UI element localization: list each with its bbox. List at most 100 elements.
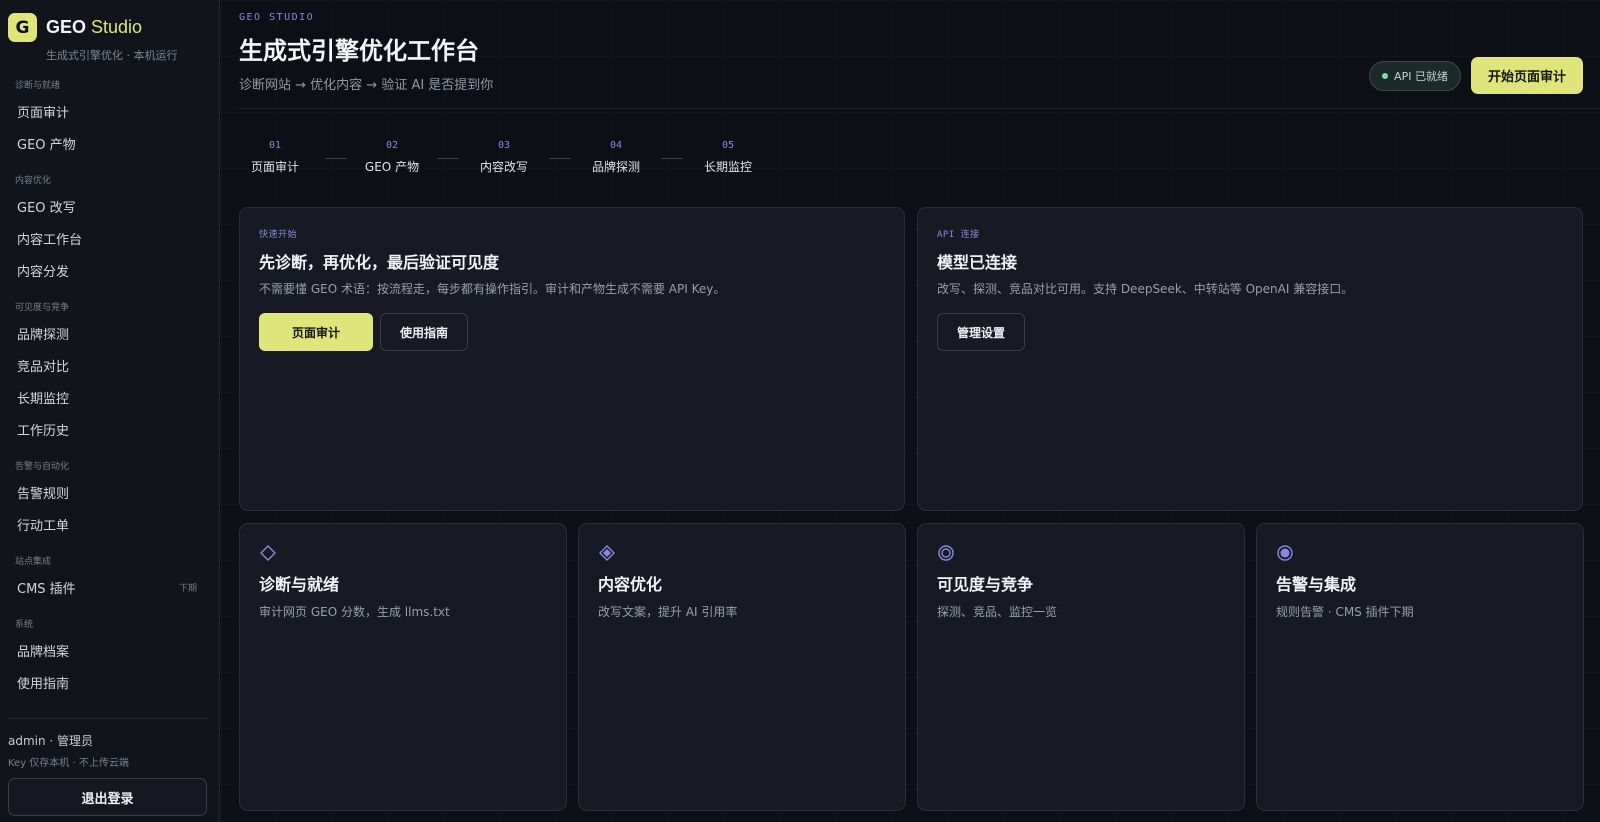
- nav-group-diagnose: 诊断与就绪 页面审计 GEO 产物: [0, 80, 219, 159]
- card-title: 可见度与竞争: [937, 575, 1034, 594]
- nav-group-content: 内容优化 GEO 改写 内容工作台 内容分发: [0, 175, 219, 286]
- api-status-text: API 已就绪: [1394, 70, 1448, 83]
- card-kicker: 快速开始: [259, 230, 298, 240]
- sidebar-item-content-workbench[interactable]: 内容工作台: [0, 222, 219, 254]
- page-subtitle: 诊断网站 → 优化内容 → 验证 AI 是否提到你: [239, 78, 494, 93]
- card-description: 改写、探测、竞品对比可用。支持 DeepSeek、中转站等 OpenAI 兼容接…: [937, 282, 1354, 296]
- card-title: 模型已连接: [937, 253, 1018, 272]
- step-number: 04: [609, 140, 623, 151]
- step-connector: [437, 158, 459, 159]
- radio-dot-icon: [1277, 545, 1293, 561]
- main-content: GEO STUDIO 生成式引擎优化工作台 诊断网站 → 优化内容 → 验证 A…: [221, 0, 1600, 822]
- sidebar-item-long-term-monitor[interactable]: 长期监控: [0, 381, 219, 413]
- sidebar-item-brand-profile[interactable]: 品牌档案: [0, 634, 219, 666]
- nav-group-visibility: 可见度与竞争 品牌探测 竞品对比 长期监控 工作历史: [0, 302, 219, 445]
- nav-group-label: 可见度与竞争: [15, 303, 70, 313]
- card-kicker: API 连接: [937, 230, 980, 240]
- module-card-visibility[interactable]: 可见度与竞争 探测、竞品、监控一览: [917, 523, 1245, 811]
- card-description: 审计网页 GEO 分数，生成 llms.txt: [259, 605, 450, 619]
- step-geo-artifacts[interactable]: 02 GEO 产物: [361, 140, 423, 175]
- key-storage-note: Key 仅存本机 · 不上传云端: [8, 758, 129, 769]
- logout-button[interactable]: 退出登录: [8, 778, 207, 816]
- nav-group-label: 内容优化: [15, 176, 52, 186]
- logo-icon: G: [8, 13, 37, 42]
- status-dot-icon: [1382, 73, 1389, 79]
- brand-name: GEO Studio: [46, 17, 142, 38]
- card-title: 内容优化: [598, 575, 663, 594]
- step-brand-probe[interactable]: 04 品牌探测: [585, 140, 647, 175]
- user-guide-button[interactable]: 使用指南: [380, 313, 468, 351]
- sidebar-nav: 诊断与就绪 页面审计 GEO 产物 内容优化 GEO 改写 内容工作台 内容分发…: [0, 80, 219, 712]
- brand[interactable]: G GEO Studio: [8, 13, 142, 42]
- target-ring-icon: [938, 545, 954, 561]
- step-label: 品牌探测: [591, 160, 640, 174]
- card-description: 规则告警 · CMS 插件下期: [1276, 605, 1414, 619]
- step-content-rewrite[interactable]: 03 内容改写: [473, 140, 535, 175]
- diamond-outline-icon: [260, 545, 276, 561]
- sidebar-item-label: 工作历史: [17, 423, 70, 439]
- nav-group-label: 告警与自动化: [15, 462, 70, 472]
- nav-group-integration: 站点集成 CMS 插件 下期: [0, 556, 219, 603]
- sidebar-item-alert-rules[interactable]: 告警规则: [0, 476, 219, 508]
- page-eyebrow: GEO STUDIO: [239, 12, 315, 23]
- sidebar-item-brand-probe[interactable]: 品牌探测: [0, 317, 219, 349]
- start-audit-button[interactable]: 开始页面审计: [1471, 57, 1583, 94]
- sidebar-item-label: 行动工单: [17, 518, 70, 534]
- page-audit-button[interactable]: 页面审计: [259, 313, 373, 351]
- sidebar-item-label: GEO 产物: [17, 137, 76, 153]
- card-title: 告警与集成: [1276, 575, 1357, 594]
- sidebar-item-competitor-compare[interactable]: 竞品对比: [0, 349, 219, 381]
- quickstart-card: 快速开始 先诊断，再优化，最后验证可见度 不需要懂 GEO 术语：按流程走，每步…: [239, 207, 905, 511]
- sidebar-item-label: 品牌档案: [17, 644, 70, 660]
- sidebar-divider: [8, 718, 208, 719]
- step-connector: [549, 158, 571, 159]
- step-label: 长期监控: [703, 160, 752, 174]
- brand-name-accent: Studio: [91, 17, 143, 37]
- sidebar-item-label: 内容工作台: [17, 232, 83, 248]
- nav-group-label: 诊断与就绪: [15, 81, 61, 91]
- sidebar-item-label: 使用指南: [17, 676, 70, 692]
- sidebar-item-page-audit[interactable]: 页面审计: [0, 95, 219, 127]
- step-label: GEO 产物: [364, 160, 420, 174]
- sidebar-item-label: 内容分发: [17, 264, 70, 280]
- nav-group-label: 站点集成: [15, 557, 52, 567]
- module-card-alerts[interactable]: 告警与集成 规则告警 · CMS 插件下期: [1256, 523, 1584, 811]
- api-connection-card: API 连接 模型已连接 改写、探测、竞品对比可用。支持 DeepSeek、中转…: [917, 207, 1583, 511]
- step-label: 内容改写: [479, 160, 528, 174]
- sidebar-item-label: 告警规则: [17, 486, 70, 502]
- brand-subtitle: 生成式引擎优化 · 本机运行: [46, 49, 178, 62]
- card-description: 不需要懂 GEO 术语：按流程走，每步都有操作指引。审计和产物生成不需要 API…: [259, 282, 726, 296]
- api-status-badge: API 已就绪: [1369, 61, 1461, 91]
- step-long-term-monitor[interactable]: 05 长期监控: [697, 140, 759, 175]
- sidebar-item-action-tickets[interactable]: 行动工单: [0, 508, 219, 540]
- current-user: admin · 管理员: [8, 734, 94, 748]
- module-card-content[interactable]: 内容优化 改写文案，提升 AI 引用率: [578, 523, 906, 811]
- page-title: 生成式引擎优化工作台: [239, 37, 479, 65]
- sidebar-item-cms-plugin[interactable]: CMS 插件 下期: [0, 571, 219, 603]
- card-title: 先诊断，再优化，最后验证可见度: [259, 253, 500, 272]
- sidebar-item-label: 页面审计: [17, 105, 70, 121]
- card-description: 改写文案，提升 AI 引用率: [598, 605, 738, 619]
- nav-group-alerts: 告警与自动化 告警规则 行动工单: [0, 461, 219, 540]
- sidebar-item-content-distribution[interactable]: 内容分发: [0, 254, 219, 286]
- card-title: 诊断与就绪: [259, 575, 340, 594]
- card-description: 探测、竞品、监控一览: [937, 605, 1058, 619]
- module-card-diagnose[interactable]: 诊断与就绪 审计网页 GEO 分数，生成 llms.txt: [239, 523, 567, 811]
- sidebar: G GEO Studio 生成式引擎优化 · 本机运行 诊断与就绪 页面审计 G…: [0, 0, 220, 822]
- sidebar-item-geo-artifacts[interactable]: GEO 产物: [0, 127, 219, 159]
- sidebar-item-work-history[interactable]: 工作历史: [0, 413, 219, 445]
- header-divider: [239, 108, 1600, 109]
- manage-settings-button[interactable]: 管理设置: [937, 313, 1025, 351]
- step-connector: [661, 158, 683, 159]
- sidebar-item-label: 竞品对比: [17, 359, 70, 375]
- step-number: 01: [268, 140, 282, 151]
- step-number: 05: [721, 140, 735, 151]
- workflow-steps: 01 页面审计 02 GEO 产物 03 内容改写 04 品牌探测 05 长期监…: [239, 140, 759, 175]
- sidebar-item-label: CMS 插件: [17, 581, 76, 597]
- sidebar-item-geo-rewrite[interactable]: GEO 改写: [0, 190, 219, 222]
- step-page-audit[interactable]: 01 页面审计: [239, 140, 311, 175]
- step-label: 页面审计: [250, 160, 299, 174]
- nav-group-label: 系统: [15, 620, 34, 630]
- sidebar-item-label: 品牌探测: [17, 327, 70, 343]
- sidebar-item-user-guide[interactable]: 使用指南: [0, 666, 219, 698]
